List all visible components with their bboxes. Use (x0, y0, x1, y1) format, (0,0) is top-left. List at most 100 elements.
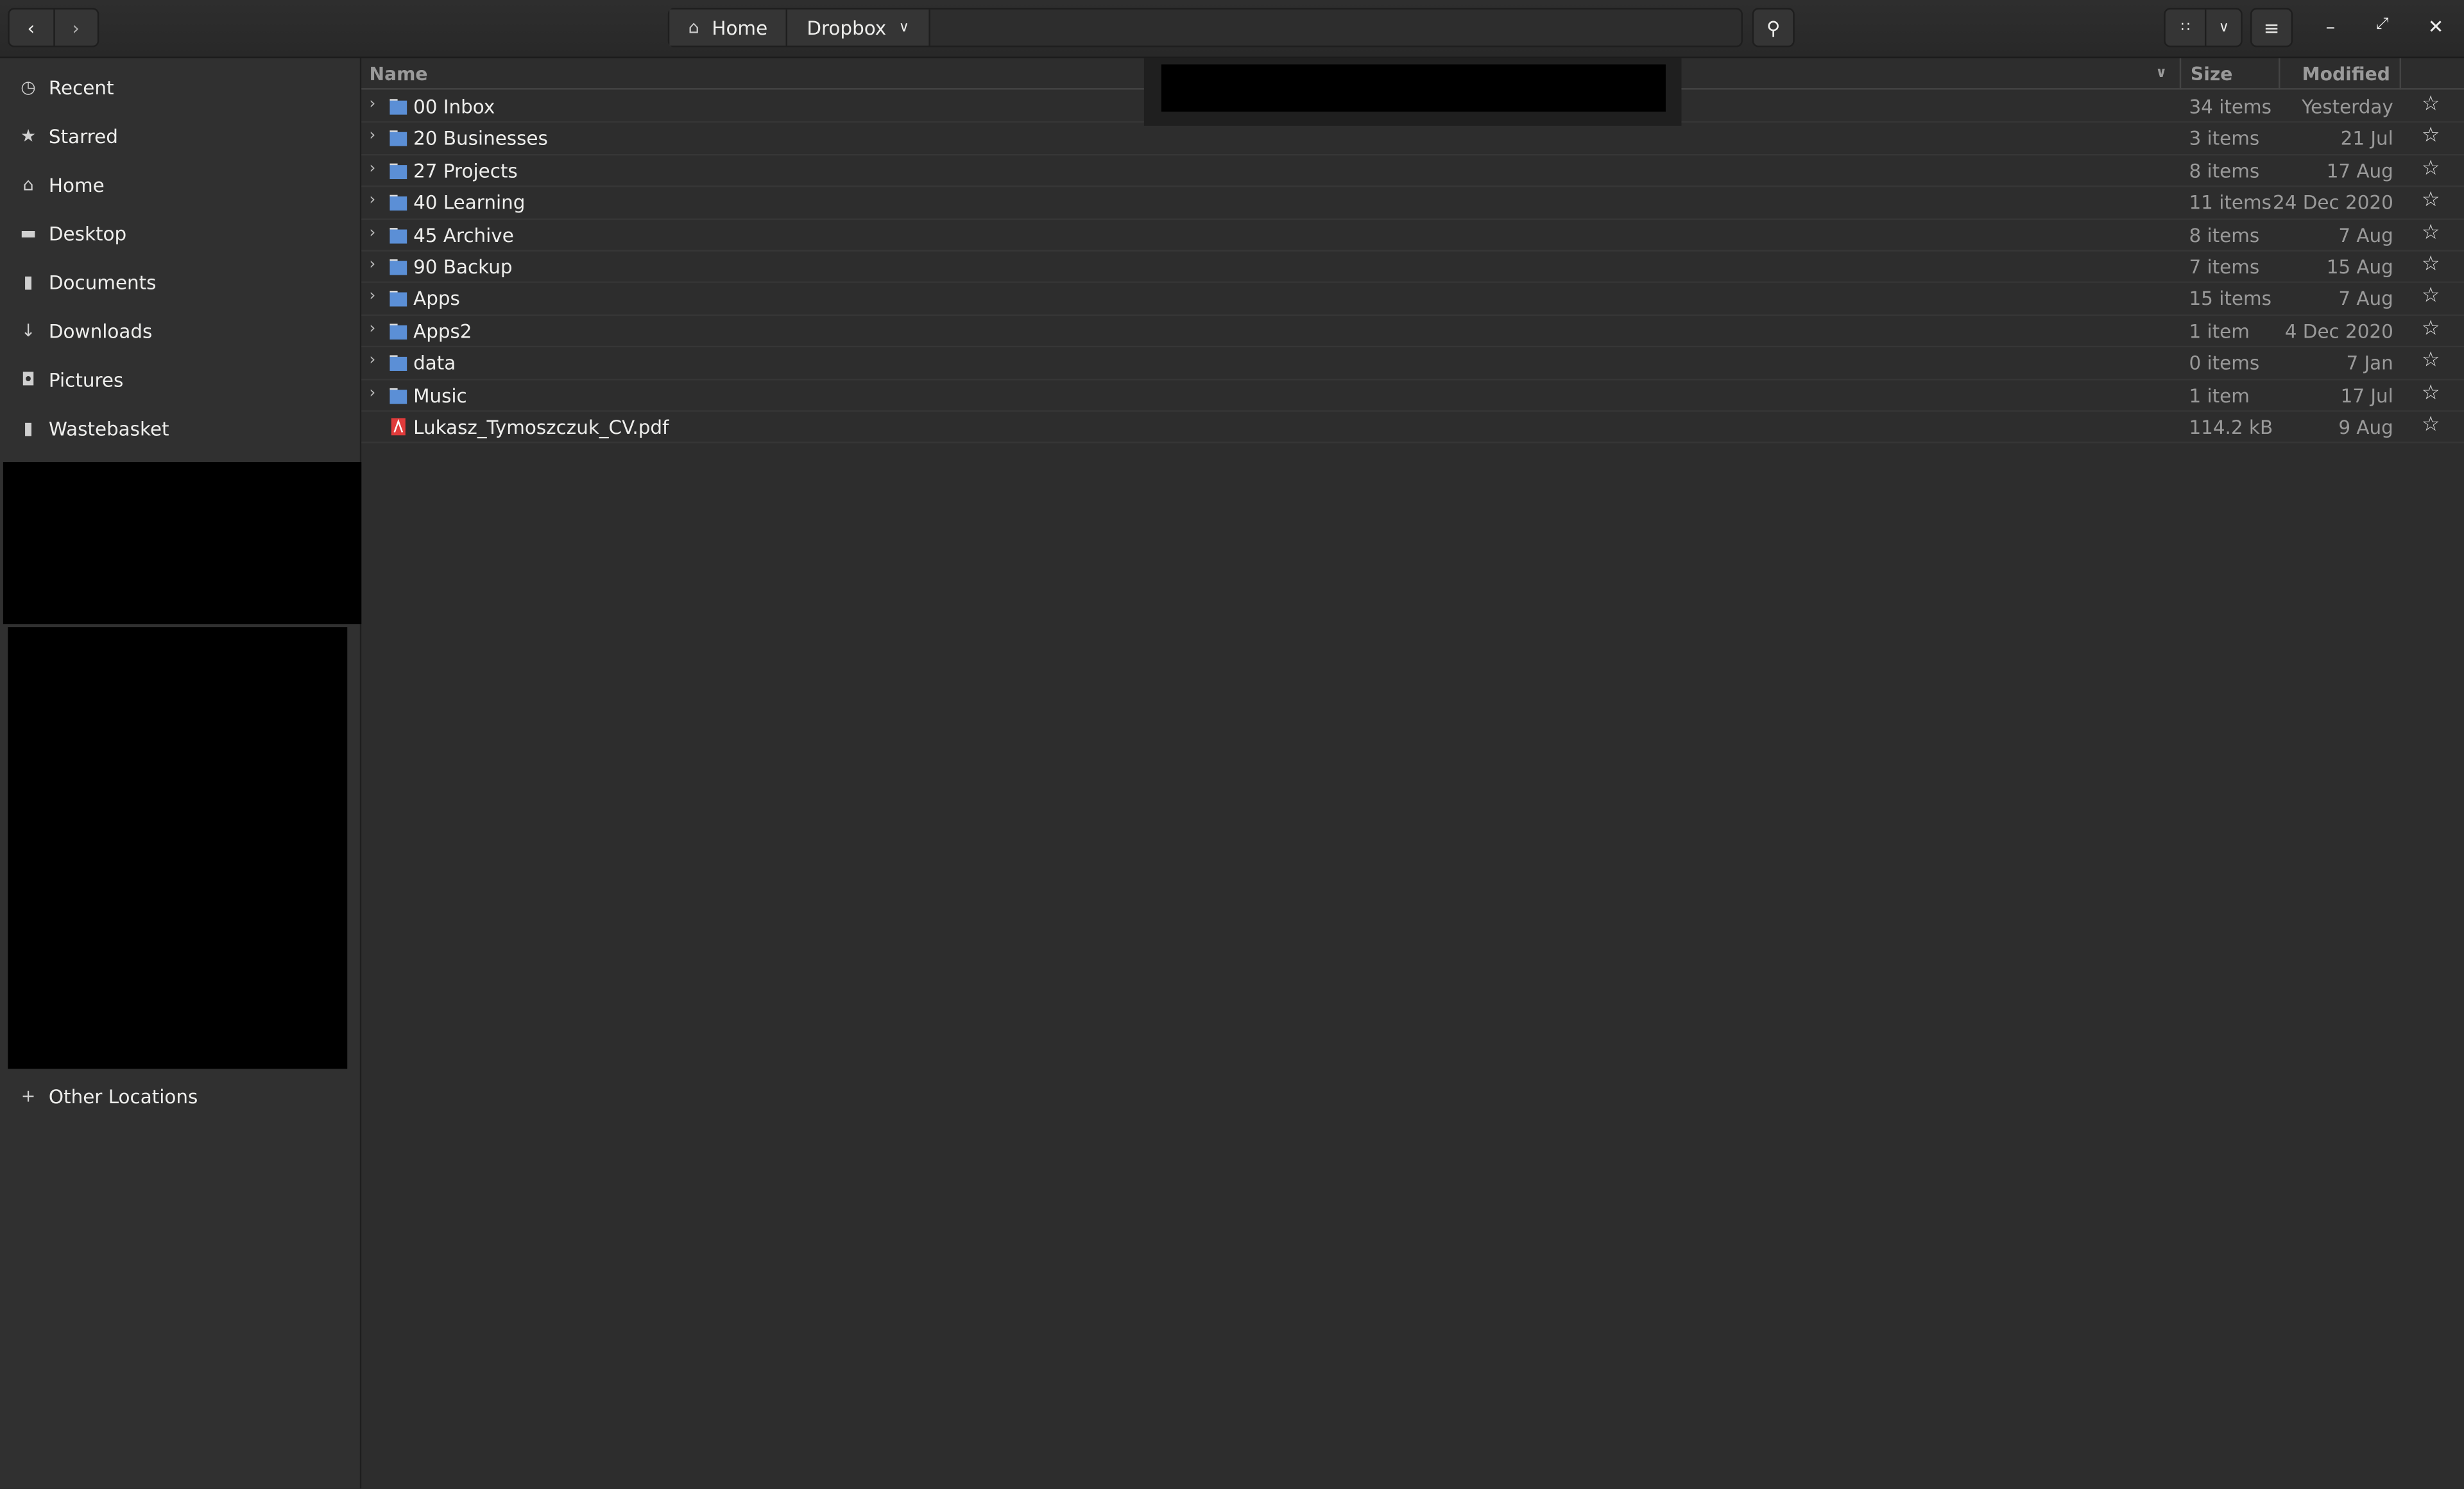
folder-icon (389, 354, 407, 372)
home-icon: ⌂ (688, 17, 699, 38)
file-modified: 7 Jan (2346, 352, 2393, 375)
file-row[interactable]: › data 0 items 7 Jan ☆ (361, 348, 2464, 380)
forward-button[interactable]: › (54, 10, 97, 46)
back-button[interactable]: ‹ (10, 9, 55, 46)
close-button[interactable]: ✕ (2428, 15, 2444, 37)
file-size: 15 items (2189, 288, 2272, 311)
breadcrumb-dropbox[interactable]: Dropbox ∨ (787, 9, 930, 46)
redacted-region (8, 627, 348, 1069)
file-row[interactable]: › 20 Businesses 3 items 21 Jul ☆ (361, 123, 2464, 155)
expander-icon[interactable]: › (370, 288, 376, 306)
folder-icon (389, 162, 407, 179)
view-options-button[interactable]: ∨ (2207, 10, 2241, 46)
star-icon[interactable]: ☆ (2422, 221, 2440, 245)
expander-icon[interactable]: › (370, 384, 376, 402)
column-header-modified[interactable]: Modified (2279, 58, 2402, 90)
file-row[interactable]: › 45 Archive 8 items 7 Aug ☆ (361, 219, 2464, 252)
expander-icon[interactable]: › (370, 320, 376, 338)
file-size: 3 items (2189, 128, 2260, 150)
grid-view-button[interactable]: ∷ (2166, 9, 2207, 46)
sidebar-item-wastebasket[interactable]: ▮ Wastebasket (0, 404, 360, 452)
view-buttons: ∷ ∨ (2164, 8, 2243, 47)
sidebar-item-pictures[interactable]: ◘ Pictures (0, 355, 360, 404)
star-icon[interactable]: ☆ (2422, 157, 2440, 180)
star-icon[interactable]: ☆ (2422, 285, 2440, 309)
star-icon[interactable]: ☆ (2422, 253, 2440, 277)
expander-icon[interactable]: › (370, 352, 376, 370)
header-bar: ‹ › ⌂ Home Dropbox ∨ ⚲ ∷ ∨ ≡ – ⤢ ✕ (0, 0, 2464, 58)
column-label: Name (369, 62, 428, 85)
clock-icon: ◷ (21, 77, 36, 98)
file-modified: 7 Aug (2338, 224, 2393, 246)
file-size: 1 item (2189, 320, 2250, 343)
minimize-button[interactable]: – (2326, 15, 2336, 37)
file-name: Apps (413, 288, 460, 311)
chevron-left-icon: ‹ (27, 16, 35, 39)
folder-icon (389, 194, 407, 211)
star-icon[interactable]: ☆ (2422, 349, 2440, 373)
expander-icon[interactable]: › (370, 256, 376, 273)
sidebar-item-documents[interactable]: ▮ Documents (0, 258, 360, 307)
menu-button[interactable]: ≡ (2250, 8, 2293, 47)
column-label: Modified (2302, 62, 2390, 85)
sidebar-item-other-locations[interactable]: + Other Locations (0, 1072, 360, 1121)
sidebar-item-desktop[interactable]: ▬ Desktop (0, 209, 360, 258)
file-row[interactable]: › Music 1 item 17 Jul ☆ (361, 380, 2464, 412)
folder-icon (389, 322, 407, 340)
sidebar-item-label: Other Locations (48, 1085, 198, 1108)
expander-icon[interactable]: › (370, 160, 376, 177)
file-modified: 21 Jul (2340, 128, 2393, 150)
file-row[interactable]: Lukasz_Tymoszczuk_CV.pdf 114.2 kB 9 Aug ☆ (361, 412, 2464, 444)
column-label: Size (2190, 62, 2233, 85)
folder-icon (389, 290, 407, 307)
file-row[interactable]: › 90 Backup 7 items 15 Aug ☆ (361, 252, 2464, 284)
file-size: 114.2 kB (2189, 416, 2273, 439)
file-size: 11 items (2189, 192, 2272, 214)
chevron-right-icon: › (72, 16, 80, 39)
star-icon[interactable]: ☆ (2422, 189, 2440, 212)
sidebar: ◷ Recent ★ Starred ⌂ Home ▬ Desktop ▮ Documen… (0, 58, 368, 1489)
star-icon: ★ (20, 125, 37, 146)
column-header-size[interactable]: Size (2179, 58, 2279, 90)
sidebar-item-starred[interactable]: ★ Starred (0, 112, 360, 160)
sidebar-item-label: Documents (48, 271, 157, 293)
file-modified: 24 Dec 2020 (2273, 192, 2393, 214)
file-name: 20 Businesses (413, 128, 548, 150)
file-modified: 17 Aug (2326, 160, 2393, 182)
star-icon[interactable]: ☆ (2422, 317, 2440, 341)
file-row[interactable]: › Apps 15 items 7 Aug ☆ (361, 284, 2464, 316)
star-icon[interactable]: ☆ (2422, 413, 2440, 437)
expander-icon[interactable]: › (370, 96, 376, 113)
file-name: Lukasz_Tymoszczuk_CV.pdf (413, 416, 669, 439)
file-row[interactable]: › 40 Learning 11 items 24 Dec 2020 ☆ (361, 187, 2464, 219)
restore-button[interactable]: ⤢ (2376, 15, 2389, 33)
file-row[interactable]: › 27 Projects 8 items 17 Aug ☆ (361, 155, 2464, 187)
file-name: Apps2 (413, 320, 472, 343)
breadcrumb-home[interactable]: ⌂ Home (669, 9, 788, 46)
folder-icon (389, 386, 407, 404)
sidebar-item-label: Starred (48, 125, 118, 147)
search-button[interactable]: ⚲ (1752, 8, 1795, 47)
sidebar-item-label: Pictures (48, 368, 124, 391)
folder-icon (389, 130, 407, 147)
star-icon[interactable]: ☆ (2422, 92, 2440, 116)
file-row[interactable]: › Apps2 1 item 4 Dec 2020 ☆ (361, 316, 2464, 348)
file-size: 8 items (2189, 160, 2260, 182)
expander-icon[interactable]: › (370, 192, 376, 209)
sidebar-item-label: Recent (48, 76, 114, 99)
sidebar-item-home[interactable]: ⌂ Home (0, 160, 360, 209)
file-name: data (413, 352, 456, 375)
expander-icon[interactable]: › (370, 224, 376, 241)
plus-icon: + (21, 1086, 36, 1107)
sidebar-item-label: Desktop (48, 222, 127, 245)
file-name: 00 Inbox (413, 96, 495, 118)
file-name: 45 Archive (413, 224, 514, 246)
redacted-region (1161, 64, 1666, 112)
chevron-down-icon: ∨ (898, 19, 909, 36)
star-icon[interactable]: ☆ (2422, 381, 2440, 405)
sidebar-item-downloads[interactable]: ↓ Downloads (0, 307, 360, 356)
sidebar-item-recent[interactable]: ◷ Recent (0, 63, 360, 112)
star-icon[interactable]: ☆ (2422, 125, 2440, 148)
breadcrumb-label: Home (712, 16, 768, 39)
expander-icon[interactable]: › (370, 128, 376, 145)
